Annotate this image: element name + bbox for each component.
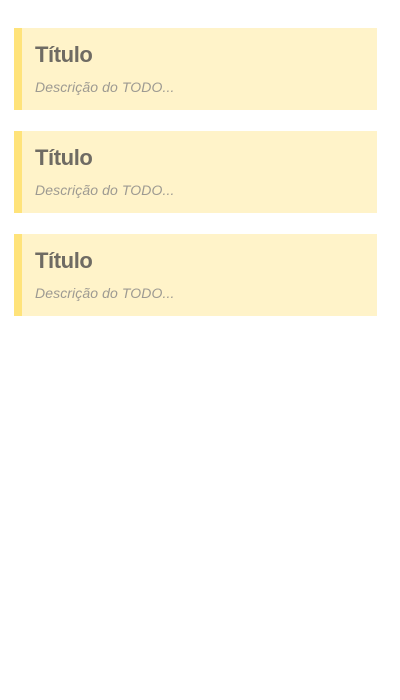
todo-title: Título xyxy=(35,248,93,273)
todo-title: Título xyxy=(35,145,93,170)
todo-title: Título xyxy=(35,42,93,67)
todo-list: Título Descrição do TODO... Título Descr… xyxy=(14,28,377,337)
todo-description: Descrição do TODO... xyxy=(35,182,175,198)
todo-card[interactable]: Título Descrição do TODO... xyxy=(14,234,377,316)
todo-card[interactable]: Título Descrição do TODO... xyxy=(14,131,377,213)
todo-card[interactable]: Título Descrição do TODO... xyxy=(14,28,377,110)
todo-description: Descrição do TODO... xyxy=(35,285,175,301)
todo-description: Descrição do TODO... xyxy=(35,79,175,95)
